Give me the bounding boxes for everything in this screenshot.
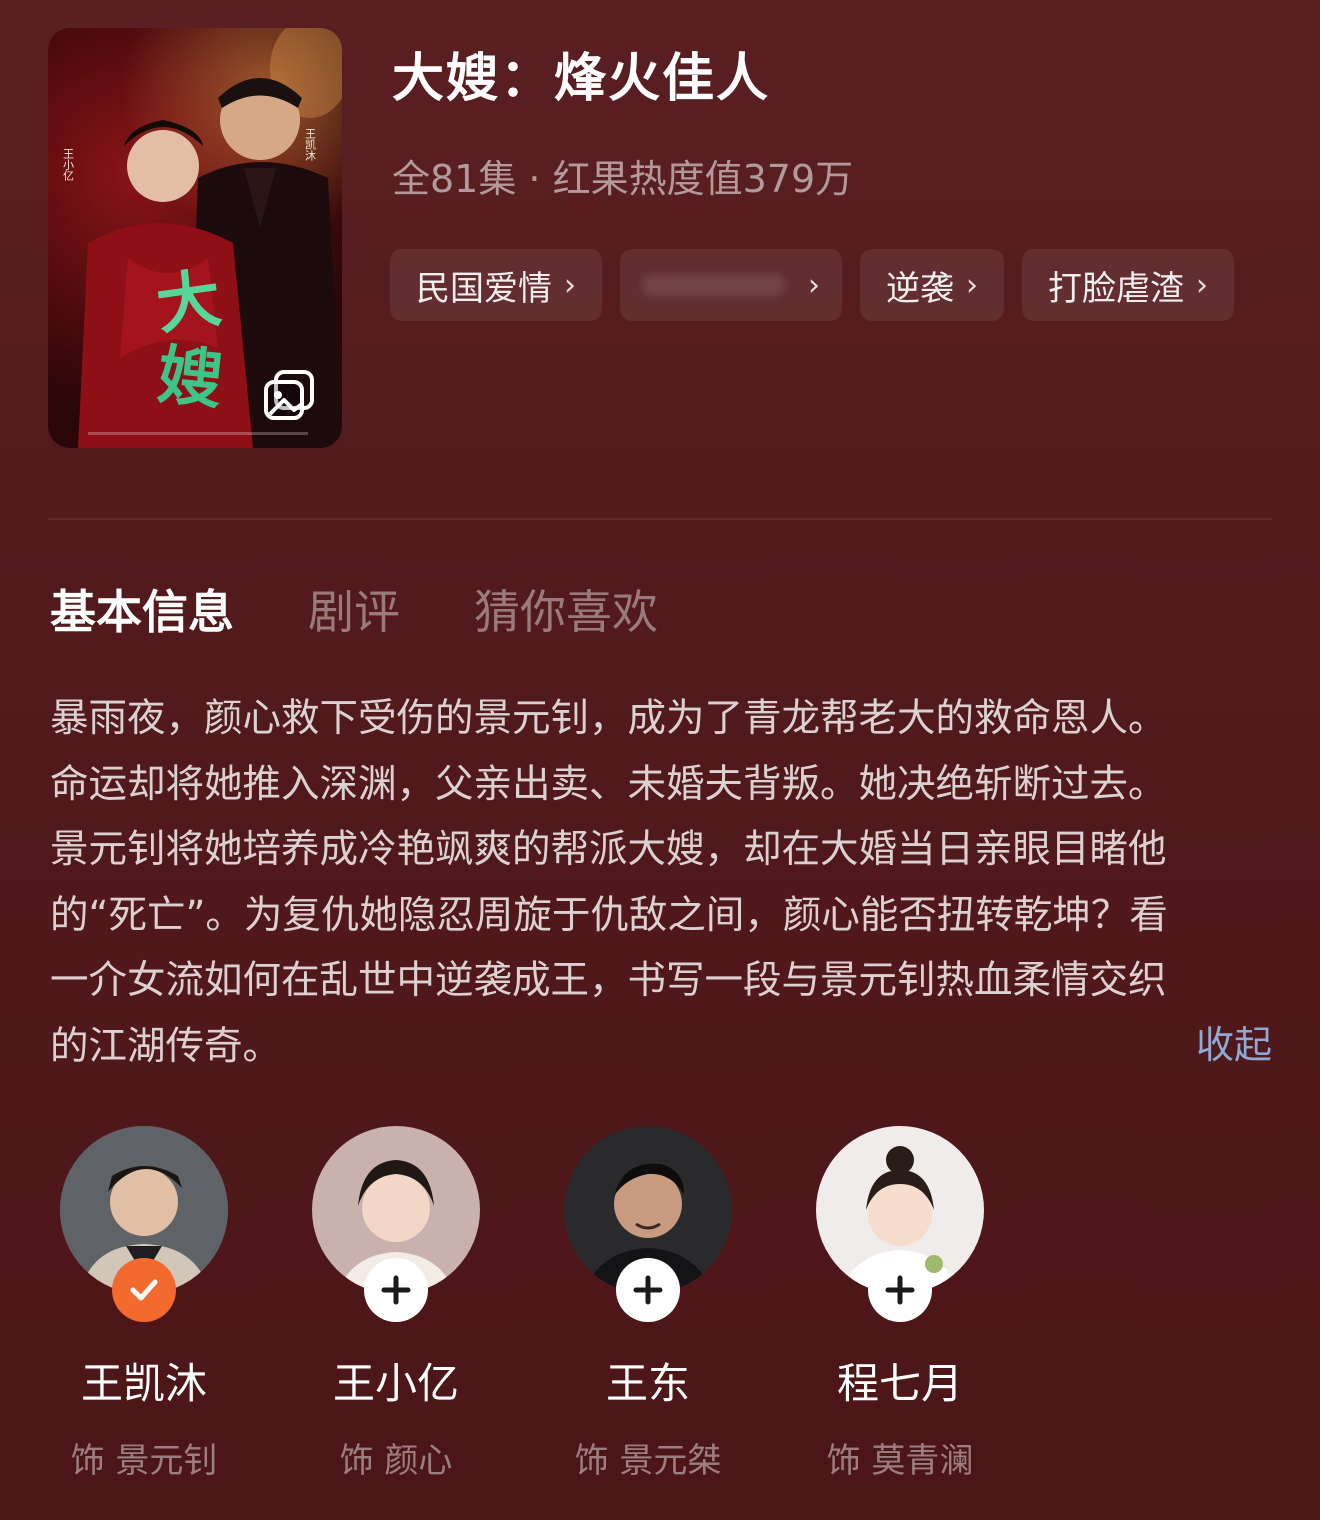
cast-member[interactable]: 王小亿 饰 颜心 <box>271 1126 521 1482</box>
show-title: 大嫂：烽火佳人 <box>392 49 771 109</box>
svg-text:王凯沐: 王凯沐 <box>304 128 317 162</box>
cast-name: 王小亿 <box>332 1359 459 1408</box>
cast-name: 王凯沐 <box>80 1359 207 1408</box>
tag-label: 逆袭 <box>886 268 954 309</box>
svg-text:大: 大 <box>152 261 226 344</box>
tab-basic-info[interactable]: 基本信息 <box>50 576 234 642</box>
synopsis-line: 暴雨夜，颜心救下受伤的景元钊，成为了青龙帮老大的救命恩人。 <box>50 696 1167 741</box>
image-gallery-icon[interactable] <box>262 368 316 422</box>
detail-tabs: 基本信息 剧评 猜你喜欢 <box>50 576 658 642</box>
cast-member[interactable]: 王东 饰 景元桀 <box>523 1126 773 1482</box>
plus-icon[interactable] <box>364 1258 428 1322</box>
cast-role: 饰 颜心 <box>339 1441 453 1481</box>
header-divider <box>48 518 1272 520</box>
chevron-right-icon: › <box>966 267 978 303</box>
blurred-tag-placeholder <box>642 274 786 296</box>
tag-comeback[interactable]: 逆袭 › <box>860 249 1004 321</box>
tab-reviews[interactable]: 剧评 <box>308 576 400 642</box>
checkmark-icon[interactable] <box>112 1258 176 1322</box>
tab-recommendations[interactable]: 猜你喜欢 <box>474 576 658 642</box>
tag-romance[interactable]: 民国爱情 › <box>390 249 602 321</box>
synopsis-line: 的江湖传奇。 <box>50 1023 282 1069</box>
chevron-right-icon: › <box>1196 267 1208 303</box>
cast-member[interactable]: 程七月 饰 莫青澜 <box>775 1126 1025 1482</box>
chevron-right-icon: › <box>564 267 576 303</box>
cast-role: 饰 景元桀 <box>574 1441 722 1481</box>
cast-name: 程七月 <box>836 1359 963 1408</box>
synopsis-line: 的“死亡”。为复仇她隐忍周旋于仇敌之间，颜心能否扭转乾坤？看 <box>50 892 1168 938</box>
synopsis-line: 景元钊将她培养成冷艳飒爽的帮派大嫂，却在大婚当日亲眼目睹他 <box>50 827 1167 872</box>
synopsis-line: 命运却将她推入深渊，父亲出卖、未婚夫背叛。她决绝斩断过去。 <box>50 761 1167 807</box>
chevron-right-icon: › <box>808 267 820 303</box>
synopsis: 暴雨夜，颜心救下受伤的景元钊，成为了青龙帮老大的救命恩人。 命运却将她推入深渊，… <box>50 686 1272 1079</box>
tag-blurred[interactable]: › <box>620 249 842 321</box>
tag-list: 民国爱情 › › 逆袭 › 打脸虐渣 › <box>390 249 1234 321</box>
show-meta: 全81集 · 红果热度值379万 <box>392 157 854 201</box>
cast-role: 饰 莫青澜 <box>826 1441 974 1481</box>
cast-name: 王东 <box>605 1359 690 1408</box>
show-poster[interactable]: 王小亿 王凯沐 大 嫂 <box>48 28 342 448</box>
plus-icon[interactable] <box>868 1258 932 1322</box>
synopsis-line: 一介女流如何在乱世中逆袭成王，书写一段与景元钊热血柔情交织 <box>50 958 1167 1003</box>
plus-icon[interactable] <box>616 1258 680 1322</box>
collapse-button[interactable]: 收起 <box>1196 1018 1272 1072</box>
tag-label: 民国爱情 <box>416 268 552 309</box>
tag-revenge[interactable]: 打脸虐渣 › <box>1022 249 1234 321</box>
tag-label: 打脸虐渣 <box>1048 268 1184 309</box>
svg-text:王小亿: 王小亿 <box>62 148 75 182</box>
svg-text:嫂: 嫂 <box>154 337 225 418</box>
cast-member[interactable]: 王凯沐 饰 景元钊 <box>19 1126 269 1482</box>
cast-role: 饰 景元钊 <box>70 1441 218 1481</box>
cast-list: 王凯沐 饰 景元钊 王小亿 饰 颜心 王东 饰 景元桀 程七月 饰 莫青澜 <box>0 1126 1320 1481</box>
